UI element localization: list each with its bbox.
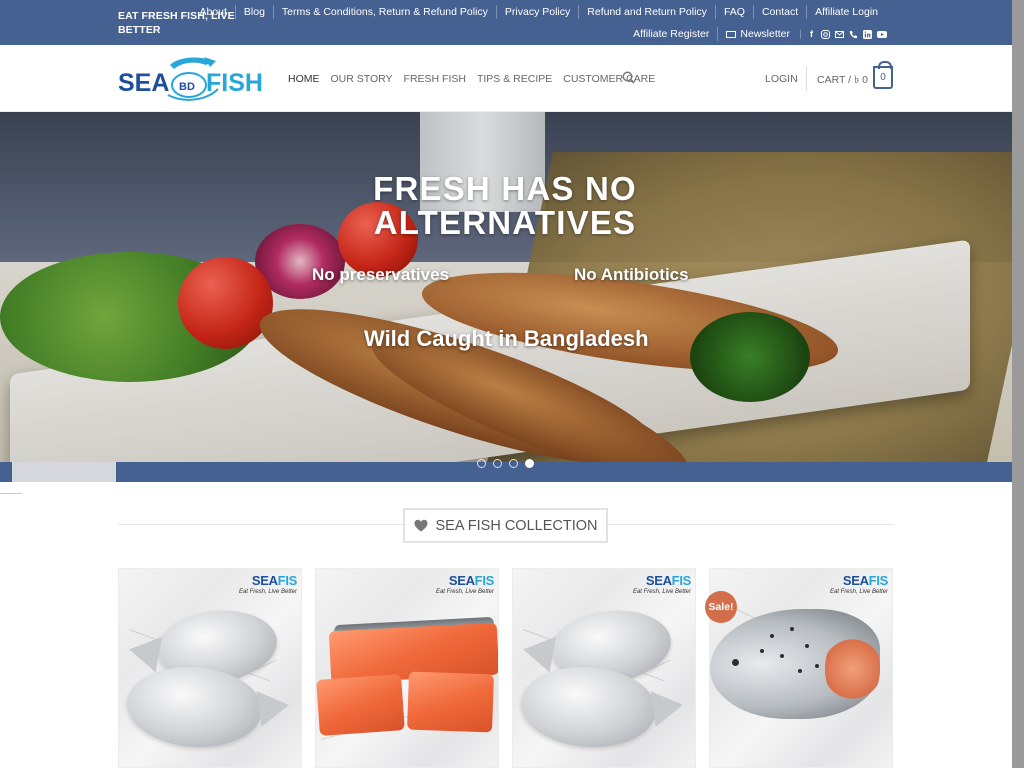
top-link-contact[interactable]: Contact bbox=[752, 5, 806, 19]
scrollbar[interactable] bbox=[1012, 0, 1024, 768]
product-brand-logo: SEAFIS Eat Fresh, Live Better bbox=[238, 573, 297, 595]
heart-icon bbox=[414, 519, 428, 532]
slider-dots bbox=[477, 459, 534, 468]
facebook-icon[interactable]: f bbox=[807, 29, 816, 39]
hero-point-antibiotics: No Antibiotics bbox=[574, 265, 689, 284]
logo-text-sea: SEA bbox=[118, 69, 169, 97]
logo-text-bd: BD bbox=[179, 81, 195, 93]
product-brand-logo: SEAFIS Eat Fresh, Live Better bbox=[435, 573, 494, 595]
phone-icon[interactable] bbox=[849, 30, 858, 39]
logo-text-fish: FISH bbox=[206, 69, 263, 97]
main-nav: HOME OUR STORY FRESH FISH TIPS & RECIPE … bbox=[288, 73, 655, 85]
slider-dot[interactable] bbox=[477, 459, 486, 468]
main-header: SEA BD FISH HOME OUR STORY FRESH FISH TI… bbox=[0, 45, 1012, 112]
product-image-salmon-head bbox=[710, 609, 880, 719]
top-link-terms[interactable]: Terms & Conditions, Return & Refund Poli… bbox=[272, 5, 496, 19]
linkedin-icon[interactable] bbox=[863, 29, 872, 39]
sale-badge: Sale! bbox=[705, 591, 737, 623]
nav-fresh-fish[interactable]: FRESH FISH bbox=[404, 73, 466, 85]
hero-point-preservatives: No preservatives bbox=[312, 265, 450, 284]
newsletter-link[interactable]: Newsletter bbox=[717, 27, 798, 41]
nav-tips-recipe[interactable]: TIPS & RECIPE bbox=[477, 73, 552, 85]
login-link[interactable]: LOGIN bbox=[765, 73, 798, 85]
cart-link[interactable]: CART / ৳ 0 bbox=[817, 73, 868, 90]
top-links-second-row: Affiliate Register Newsletter f bbox=[625, 27, 887, 41]
top-link-refund[interactable]: Refund and Return Policy bbox=[578, 5, 715, 19]
page: EAT FRESH FISH, LIVE BETTER About Blog T… bbox=[0, 0, 1024, 768]
top-link-about[interactable]: About bbox=[191, 5, 234, 19]
product-card[interactable]: SEAFIS Eat Fresh, Live Better bbox=[118, 568, 302, 768]
envelope-icon bbox=[726, 30, 737, 38]
product-brand-logo: SEAFIS Eat Fresh, Live Better bbox=[632, 573, 691, 595]
social-icons: f bbox=[800, 29, 887, 39]
nav-home[interactable]: HOME bbox=[288, 73, 320, 85]
top-link-faq[interactable]: FAQ bbox=[714, 5, 753, 19]
newsletter-label: Newsletter bbox=[740, 28, 790, 40]
header-divider bbox=[806, 67, 807, 91]
top-link-blog[interactable]: Blog bbox=[234, 5, 273, 19]
slider-dot-active[interactable] bbox=[525, 459, 534, 468]
cart-count: 0 bbox=[880, 72, 886, 83]
section-title: SEA FISH COLLECTION bbox=[435, 517, 598, 534]
instagram-icon[interactable] bbox=[821, 29, 830, 39]
youtube-icon[interactable] bbox=[877, 30, 887, 39]
affiliate-register-link[interactable]: Affiliate Register bbox=[625, 27, 717, 41]
product-card[interactable]: SEAFIS Eat Fresh, Live Better bbox=[315, 568, 499, 768]
email-icon[interactable] bbox=[835, 30, 844, 39]
search-icon[interactable] bbox=[622, 71, 635, 84]
top-link-affiliate-login[interactable]: Affiliate Login bbox=[806, 5, 886, 19]
product-image-salmon bbox=[407, 671, 494, 733]
product-card[interactable]: SEAFIS Eat Fresh, Live Better bbox=[512, 568, 696, 768]
slider-dot[interactable] bbox=[493, 459, 502, 468]
product-image-salmon bbox=[316, 674, 405, 736]
cart-bag-icon[interactable]: 0 bbox=[873, 61, 893, 89]
product-card[interactable]: SEAFIS Eat Fresh, Live Better bbox=[709, 568, 893, 768]
nav-customer-care[interactable]: CUSTOMER CARE bbox=[563, 73, 655, 85]
nav-our-story[interactable]: OUR STORY bbox=[331, 73, 393, 85]
product-brand-logo: SEAFIS Eat Fresh, Live Better bbox=[829, 573, 888, 595]
fish-eye bbox=[732, 659, 739, 666]
slider-dot[interactable] bbox=[509, 459, 518, 468]
top-link-privacy[interactable]: Privacy Policy bbox=[495, 5, 578, 19]
hero-point-wild-caught: Wild Caught in Bangladesh bbox=[364, 326, 649, 351]
site-logo[interactable]: SEA BD FISH bbox=[118, 55, 268, 103]
section-title-box: SEA FISH COLLECTION bbox=[403, 508, 608, 543]
hero-headline: FRESH HAS NO ALTERNATIVES bbox=[373, 170, 637, 241]
hero-slider[interactable]: FRESH HAS NO ALTERNATIVES No preservativ… bbox=[0, 112, 1012, 462]
top-bar: EAT FRESH FISH, LIVE BETTER About Blog T… bbox=[0, 0, 1012, 45]
top-links: About Blog Terms & Conditions, Return & … bbox=[191, 5, 886, 19]
